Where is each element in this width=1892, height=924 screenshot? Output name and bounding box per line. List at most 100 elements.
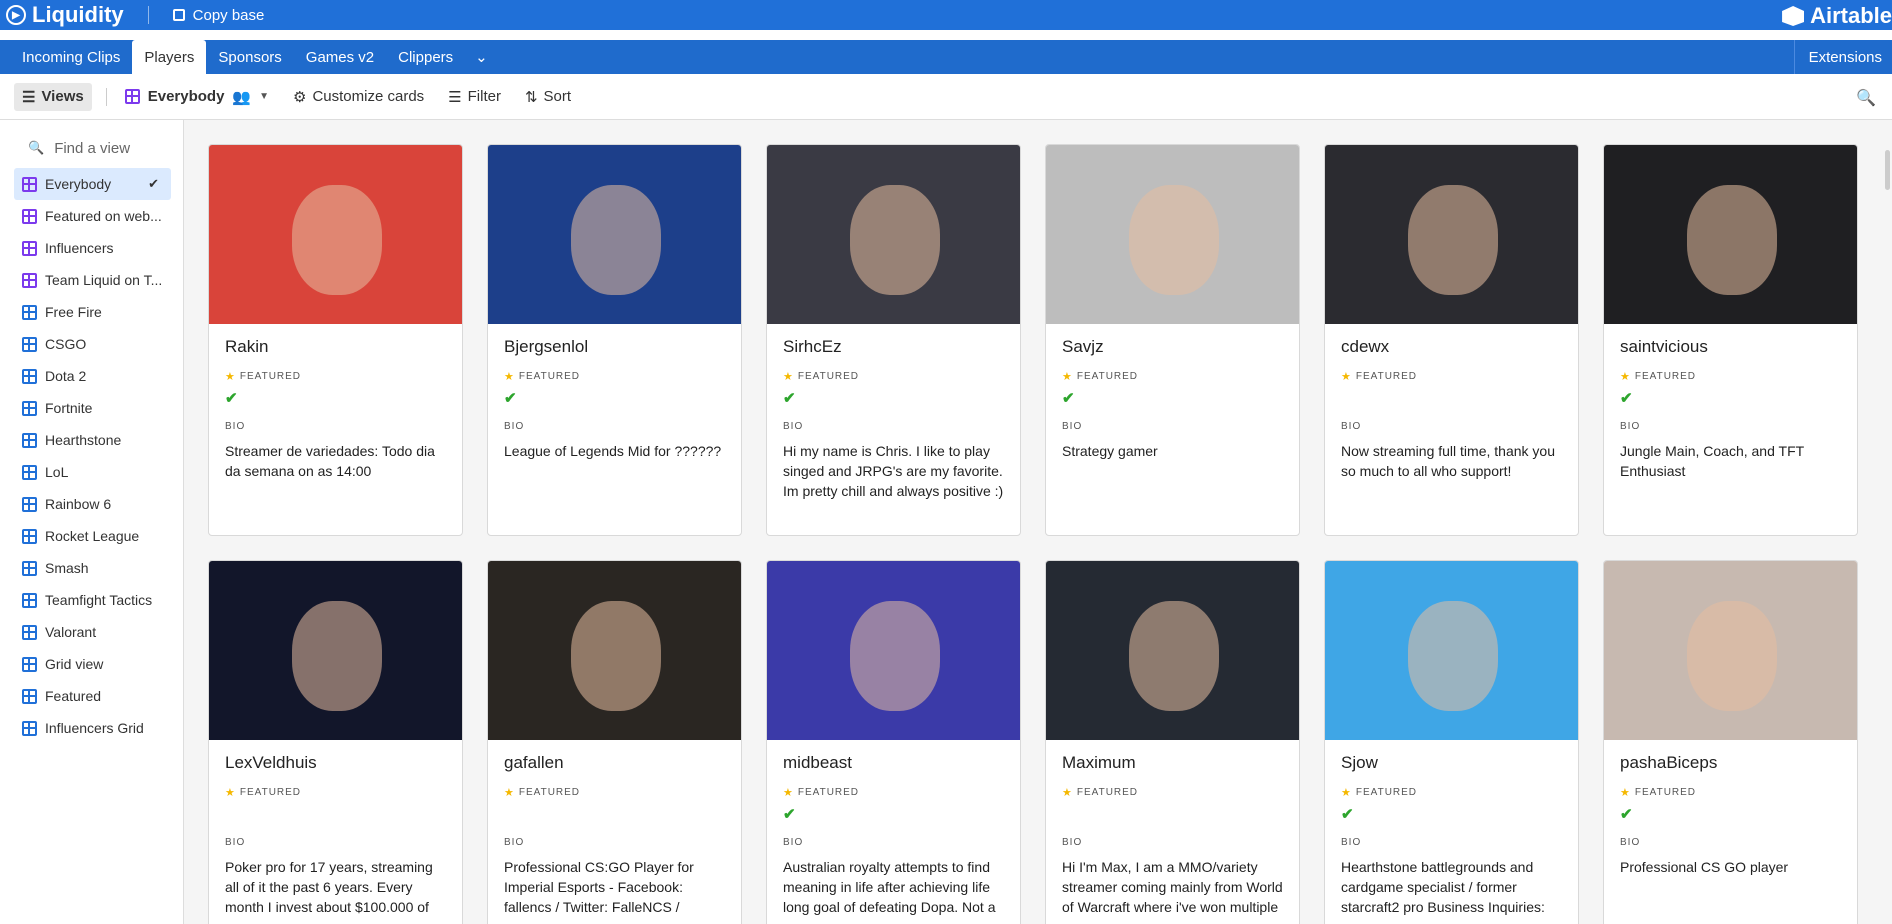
player-card[interactable]: midbeast ★ FEATURED ✔ BIO Australian royalty … xyxy=(766,560,1021,924)
tab-label: Incoming Clips xyxy=(22,48,121,66)
player-card[interactable]: pashaBiceps ★ FEATURED ✔ BIO Professional CS … xyxy=(1603,560,1858,924)
sidebar-view-item[interactable]: Fortnite xyxy=(14,392,171,424)
sidebar-view-item[interactable]: Free Fire xyxy=(14,296,171,328)
star-icon: ★ xyxy=(1062,370,1073,383)
star-icon: ★ xyxy=(225,786,236,799)
more-tabs-button[interactable]: ⌄ xyxy=(465,40,498,74)
view-label: Rainbow 6 xyxy=(45,496,112,512)
sidebar-view-item[interactable]: Rocket League xyxy=(14,520,171,552)
tab-sponsors[interactable]: Sponsors xyxy=(206,40,293,74)
airtable-logo[interactable]: Airtable xyxy=(1782,3,1892,29)
gallery-view-icon xyxy=(124,89,140,104)
grid-view-icon xyxy=(22,688,37,704)
sidebar-view-item[interactable]: LoL xyxy=(14,456,171,488)
tab-players[interactable]: Players xyxy=(132,40,207,74)
avatar xyxy=(1407,184,1498,295)
player-card[interactable]: Savjz ★ FEATURED ✔ BIO Strategy gamer xyxy=(1045,144,1300,536)
player-card[interactable]: cdewx ★ FEATURED BIO Now streaming full time… xyxy=(1324,144,1579,536)
tab-incoming-clips[interactable]: Incoming Clips xyxy=(10,40,132,74)
bio-field-label: BIO xyxy=(1620,837,1641,848)
player-card[interactable]: Bjergsenlol ★ FEATURED ✔ BIO League of Legend… xyxy=(487,144,742,536)
find-view-input[interactable]: 🔍 Find a view xyxy=(28,136,183,160)
player-card[interactable]: Sjow ★ FEATURED ✔ BIO Hearthstone battlegroun… xyxy=(1324,560,1579,924)
player-bio: Hi my name is Chris. I like to play sing… xyxy=(783,443,1004,499)
sidebar-view-item[interactable]: Featured on web... xyxy=(14,200,171,232)
check-icon: ✔ xyxy=(1062,390,1075,407)
sidebar-view-item[interactable]: Team Liquid on T... xyxy=(14,264,171,296)
featured-field-label: ★ FEATURED xyxy=(1620,785,1857,799)
sort-label: Sort xyxy=(543,88,572,105)
current-view-button[interactable]: Everybody 👥 ▼ xyxy=(124,88,269,106)
grid-view-icon xyxy=(22,496,37,512)
player-card[interactable]: SirhcEz ★ FEATURED ✔ BIO Hi my name is Chris.… xyxy=(766,144,1021,536)
tab-label: Sponsors xyxy=(218,48,282,66)
view-label: Free Fire xyxy=(45,304,102,320)
player-card[interactable]: saintvicious ★ FEATURED ✔ BIO Jungle Main, Co… xyxy=(1603,144,1858,536)
star-icon: ★ xyxy=(504,370,515,383)
copy-base-label: Copy base xyxy=(192,6,265,24)
views-toggle-button[interactable]: ☰ Views xyxy=(14,82,92,111)
sidebar-view-item[interactable]: CSGO xyxy=(14,328,171,360)
filter-button[interactable]: ☰ Filter xyxy=(448,88,501,106)
sort-button[interactable]: ⇅ Sort xyxy=(525,88,571,106)
player-bio: Hi I'm Max, I am a MMO/variety streamer … xyxy=(1062,859,1283,915)
player-photo xyxy=(1325,145,1578,324)
player-card[interactable]: LexVeldhuis ★ FEATURED BIO Poker pro for 17 … xyxy=(208,560,463,924)
extensions-label: Extensions xyxy=(1808,48,1882,66)
app-logo[interactable]: ▶ Liquidity xyxy=(6,2,124,28)
star-icon: ★ xyxy=(783,370,794,383)
sidebar-view-item[interactable]: Teamfight Tactics xyxy=(14,584,171,616)
avatar xyxy=(1686,184,1777,295)
player-card[interactable]: Maximum ★ FEATURED BIO Hi I'm Max, I am a MM… xyxy=(1045,560,1300,924)
avatar xyxy=(849,184,940,295)
player-name: midbeast xyxy=(783,753,852,772)
sidebar-view-item[interactable]: Featured xyxy=(14,680,171,712)
player-name: LexVeldhuis xyxy=(225,753,317,772)
player-card[interactable]: gafallen ★ FEATURED BIO Professional CS:GO P… xyxy=(487,560,742,924)
sidebar-view-item[interactable]: Rainbow 6 xyxy=(14,488,171,520)
tab-games-v2[interactable]: Games v2 xyxy=(294,40,386,74)
avatar xyxy=(1407,600,1498,711)
sidebar-view-item[interactable]: Everybody ✔ xyxy=(14,168,171,200)
player-bio: Jungle Main, Coach, and TFT Enthusiast xyxy=(1620,443,1804,479)
scrollbar-thumb[interactable] xyxy=(1885,150,1890,190)
featured-label-text: FEATURED xyxy=(1355,370,1418,382)
avatar xyxy=(1128,600,1219,711)
player-name: SirhcEz xyxy=(783,337,842,356)
sidebar-view-item[interactable]: Influencers Grid xyxy=(14,712,171,744)
featured-value xyxy=(504,799,741,827)
player-name: pashaBiceps xyxy=(1620,753,1718,772)
featured-label-text: FEATURED xyxy=(518,786,581,798)
search-icon: 🔍 xyxy=(28,140,45,155)
sidebar-view-item[interactable]: Valorant xyxy=(14,616,171,648)
player-name: gafallen xyxy=(504,753,564,772)
card-grid: Rakin ★ FEATURED ✔ BIO Streamer de variedades… xyxy=(208,144,1858,924)
sidebar-view-item[interactable]: Dota 2 xyxy=(14,360,171,392)
scrollbar[interactable] xyxy=(1884,120,1892,924)
featured-field-label: ★ FEATURED xyxy=(783,785,1020,799)
sidebar-view-item[interactable]: Influencers xyxy=(14,232,171,264)
view-label: Featured on web... xyxy=(45,208,162,224)
tab-label: Games v2 xyxy=(305,48,375,66)
tab-clippers[interactable]: Clippers xyxy=(386,40,465,74)
sidebar-view-item[interactable]: Grid view xyxy=(14,648,171,680)
customize-cards-button[interactable]: ⚙ Customize cards xyxy=(293,88,424,106)
star-icon: ★ xyxy=(1620,786,1631,799)
hamburger-icon: ☰ xyxy=(22,88,36,106)
featured-label-text: FEATURED xyxy=(797,786,860,798)
tab-label: Clippers xyxy=(398,48,454,66)
grid-view-icon xyxy=(22,464,37,480)
copy-base-button[interactable]: Copy base xyxy=(172,6,265,24)
sidebar-view-item[interactable]: Hearthstone xyxy=(14,424,171,456)
extensions-button[interactable]: Extensions xyxy=(1793,40,1892,74)
featured-label-text: FEATURED xyxy=(1634,370,1697,382)
sidebar-view-item[interactable]: Smash xyxy=(14,552,171,584)
search-icon[interactable]: 🔍 xyxy=(1856,88,1876,108)
player-photo xyxy=(209,145,462,324)
featured-field-label: ★ FEATURED xyxy=(1062,785,1299,799)
bio-field-label: BIO xyxy=(1062,421,1083,432)
featured-label-text: FEATURED xyxy=(1355,786,1418,798)
check-icon: ✔ xyxy=(504,390,517,407)
player-card[interactable]: Rakin ★ FEATURED ✔ BIO Streamer de variedades… xyxy=(208,144,463,536)
gear-icon: ⚙ xyxy=(293,88,307,106)
